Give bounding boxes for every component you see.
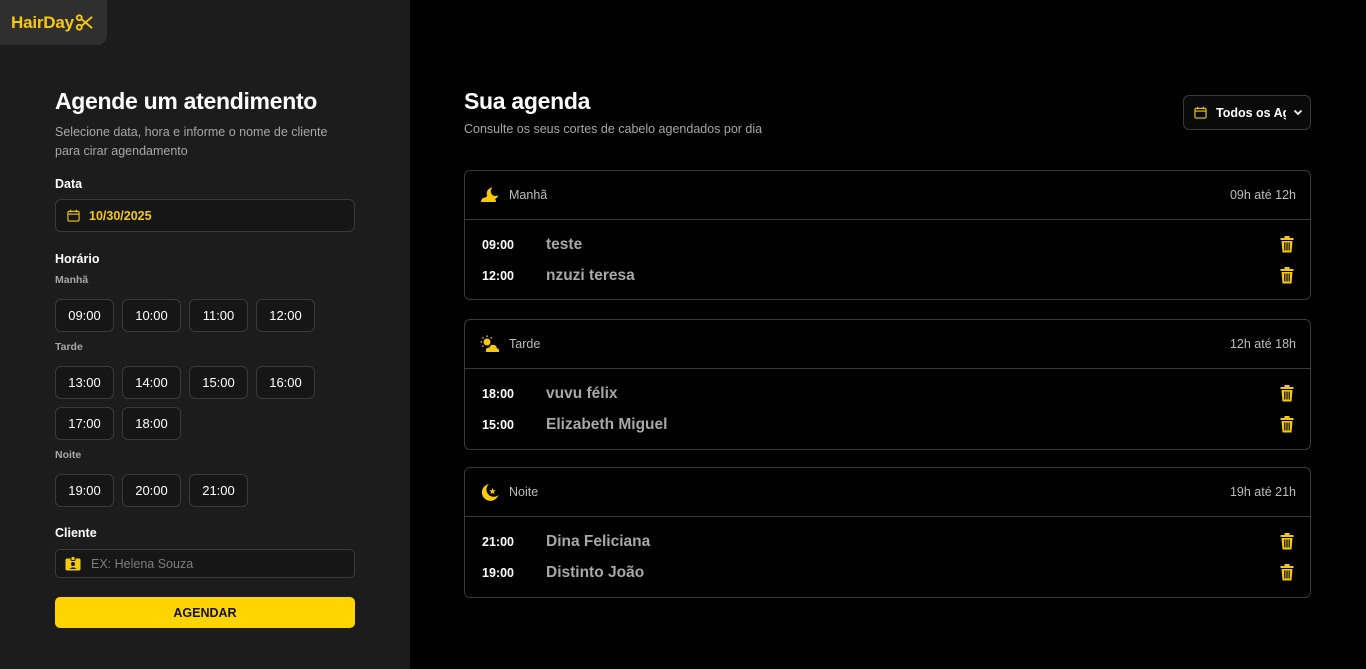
trash-icon[interactable]: [1280, 416, 1294, 433]
hour-option[interactable]: 09:00: [55, 299, 114, 332]
period-afternoon: Tarde 12h até 18h 18:00 vuvu félix 15:00…: [464, 319, 1311, 450]
calendar-icon: [67, 209, 80, 222]
appointment-client: nzuzi teresa: [546, 266, 635, 284]
hour-option[interactable]: 16:00: [256, 366, 315, 399]
id-card-icon: [65, 556, 81, 571]
time-label: Horário: [55, 252, 100, 266]
trash-icon[interactable]: [1280, 564, 1294, 581]
period-name: Tarde: [509, 337, 541, 351]
client-field: [55, 549, 355, 578]
appointment-time: 09:00: [482, 237, 514, 252]
hours-night: 19:00 20:00 21:00: [55, 474, 355, 507]
scissors-icon: [75, 14, 93, 31]
trash-icon[interactable]: [1280, 533, 1294, 550]
client-label: Cliente: [55, 526, 97, 540]
period-range: 12h até 18h: [1229, 337, 1296, 351]
period-header: Manhã 09h até 12h: [465, 171, 1310, 220]
appointment-client: Elizabeth Miguel: [546, 415, 668, 433]
period-label-night: Noite: [55, 449, 82, 461]
appointment-client: vuvu félix: [546, 384, 618, 402]
appointment-time: 19:00: [482, 565, 514, 580]
appointment-time: 21:00: [482, 534, 514, 549]
appointment-row: 21:00 Dina Feliciana: [465, 526, 1310, 557]
filter-value: Todos os Agendamentos: [1216, 105, 1286, 120]
period-header: Tarde 12h até 18h: [465, 320, 1310, 369]
appointment-row: 15:00 Elizabeth Miguel: [465, 409, 1310, 440]
hour-option[interactable]: 20:00: [122, 474, 181, 507]
hour-option[interactable]: 17:00: [55, 407, 114, 440]
logo-text: HairDay: [11, 12, 74, 32]
client-name-input[interactable]: [91, 556, 331, 571]
hours-afternoon: 13:00 14:00 15:00 16:00 17:00 18:00: [55, 366, 355, 440]
booking-form: Agende um atendimento Selecione data, ho…: [55, 88, 355, 578]
trash-icon[interactable]: [1280, 236, 1294, 253]
period-label-afternoon: Tarde: [55, 341, 83, 353]
hour-option[interactable]: 21:00: [189, 474, 248, 507]
logo: HairDay: [0, 0, 107, 45]
period-name: Manhã: [509, 188, 548, 202]
agenda-subtitle: Consulte os seus cortes de cabelo agenda…: [464, 122, 763, 136]
date-input[interactable]: 10/30/2025: [55, 199, 355, 232]
period-label-morning: Manhã: [55, 274, 89, 286]
appointment-row: 18:00 vuvu félix: [465, 378, 1310, 409]
appointment-time: 15:00: [482, 417, 514, 432]
hours-morning: 09:00 10:00 11:00 12:00: [55, 299, 355, 332]
appointment-row: 19:00 Distinto João: [465, 557, 1310, 588]
trash-icon[interactable]: [1280, 385, 1294, 402]
hour-option[interactable]: 13:00: [55, 366, 114, 399]
hour-option[interactable]: 15:00: [189, 366, 248, 399]
period-name: Noite: [509, 485, 539, 499]
appointment-time: 18:00: [482, 386, 514, 401]
date-label: Data: [55, 177, 83, 191]
schedule-button[interactable]: AGENDAR: [55, 597, 355, 628]
appointment-time: 12:00: [482, 268, 514, 283]
booking-sidebar: HairDay Agende um atendimento Selecione …: [0, 0, 410, 669]
appointment-client: teste: [546, 235, 583, 253]
hour-option[interactable]: 19:00: [55, 474, 114, 507]
appointment-list: 09:00 teste 12:00 nzuzi teresa: [465, 220, 1310, 299]
period-range: 09h até 12h: [1229, 188, 1296, 202]
calendar-icon: [1194, 106, 1207, 119]
trash-icon[interactable]: [1280, 267, 1294, 284]
booking-subtitle: Selecione data, hora e informe o nome de…: [55, 125, 328, 158]
hour-option[interactable]: 10:00: [122, 299, 181, 332]
hour-option[interactable]: 18:00: [122, 407, 181, 440]
date-value: 10/30/2025: [89, 208, 152, 223]
hour-option[interactable]: 14:00: [122, 366, 181, 399]
appointment-row: 09:00 teste: [465, 229, 1310, 260]
period-morning: Manhã 09h até 12h 09:00 teste 12:00 nzuz…: [464, 170, 1311, 300]
period-range: 19h até 21h: [1229, 485, 1296, 499]
appointment-list: 21:00 Dina Feliciana 19:00 Distinto João: [465, 517, 1310, 597]
sun-horizon-icon: [481, 187, 499, 202]
appointment-list: 18:00 vuvu félix 15:00 Elizabeth Miguel: [465, 369, 1310, 449]
filter-select[interactable]: Todos os Agendamentos: [1183, 95, 1311, 130]
appointment-client: Dina Feliciana: [546, 532, 651, 550]
booking-title: Agende um atendimento: [55, 88, 318, 114]
appointment-row: 12:00 nzuzi teresa: [465, 260, 1310, 291]
hour-option[interactable]: 11:00: [189, 299, 248, 332]
cloud-sun-icon: [480, 335, 500, 352]
period-night: Noite 19h até 21h 21:00 Dina Feliciana 1…: [464, 467, 1311, 598]
agenda-title: Sua agenda: [464, 88, 591, 114]
appointment-client: Distinto João: [546, 563, 645, 581]
moon-stars-icon: [481, 483, 499, 501]
chevron-down-icon: [1293, 109, 1303, 116]
hour-option[interactable]: 12:00: [256, 299, 315, 332]
period-header: Noite 19h até 21h: [465, 468, 1310, 517]
